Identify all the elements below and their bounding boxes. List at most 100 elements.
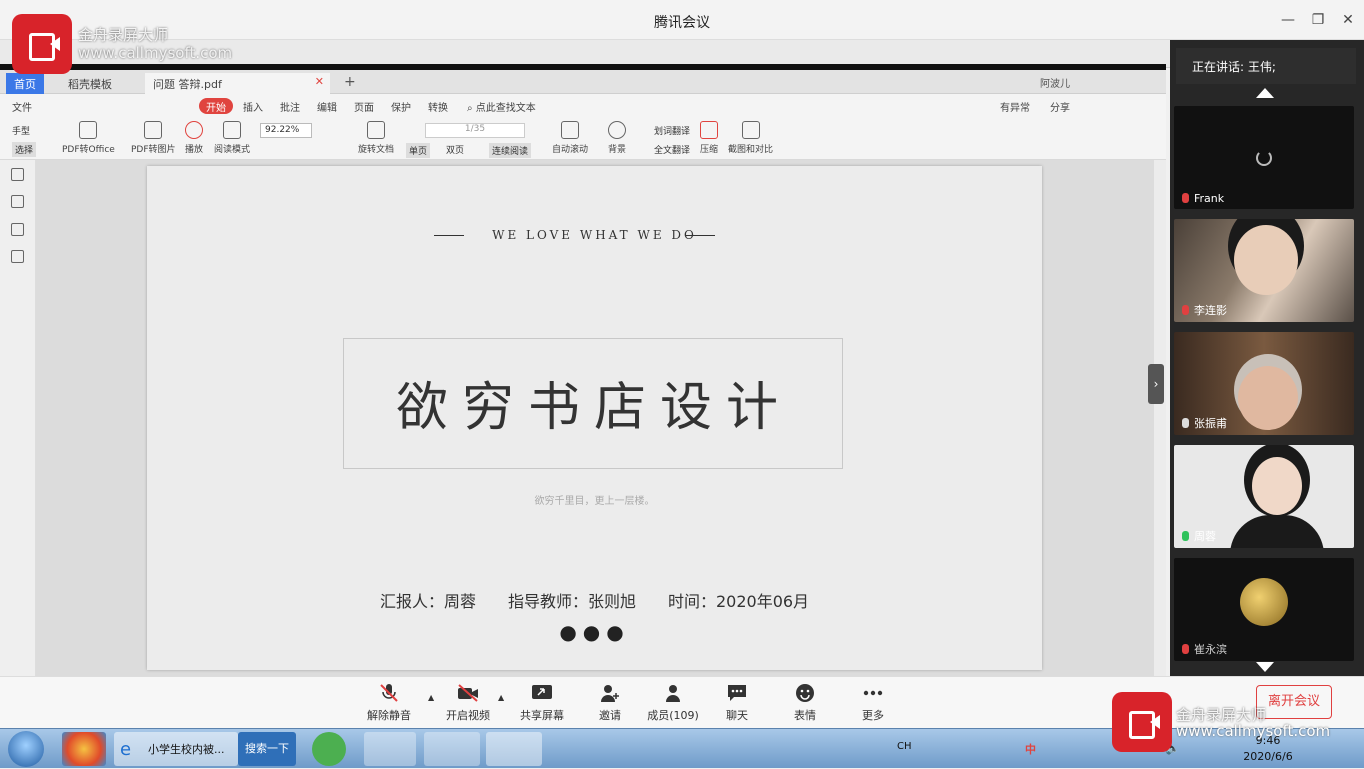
tool-double-page[interactable]: 双页	[446, 143, 464, 156]
video-tile[interactable]: 李连影	[1174, 219, 1354, 322]
rotate-icon	[367, 121, 385, 139]
page-indicator[interactable]: 1/35	[425, 123, 525, 138]
watermark-name: 金舟录屏大师	[78, 26, 169, 44]
tab-home[interactable]: 首页	[6, 73, 44, 94]
start-video-button[interactable]: 开启视频	[436, 683, 500, 723]
participant-name: 李连影	[1182, 302, 1227, 318]
app-icon[interactable]	[62, 732, 106, 766]
annotation-icon[interactable]	[11, 223, 24, 236]
tool-read-mode[interactable]: 阅读模式	[214, 121, 250, 155]
taskbar-search[interactable]: 搜索一下	[238, 732, 296, 766]
video-tile[interactable]: Frank	[1174, 106, 1354, 209]
ime-icon[interactable]: 中	[1025, 741, 1036, 757]
clock-date: 2020/6/6	[1243, 750, 1293, 763]
wps-tab-bar: 首页 稻壳模板 问题 答辩.pdf ✕ + 阿波儿	[0, 70, 1166, 94]
restore-icon[interactable]: ❐	[1308, 10, 1328, 30]
video-tile[interactable]: 张振甫	[1174, 332, 1354, 435]
speaking-indicator: 正在讲话: 王伟;	[1176, 48, 1356, 84]
scroll-down-icon[interactable]	[1256, 662, 1274, 672]
chat-icon	[728, 685, 746, 701]
audio-options-chevron-icon[interactable]: ▲	[428, 693, 434, 702]
menu-page[interactable]: 页面	[354, 99, 374, 114]
zoom-input[interactable]: 92.22%	[260, 123, 312, 138]
language-indicator[interactable]: CH	[897, 741, 912, 752]
tool-pdf-to-image[interactable]: PDF转图片	[131, 121, 176, 155]
menu-protect[interactable]: 保护	[391, 99, 411, 114]
thumbnail-icon[interactable]	[11, 195, 24, 208]
menu-start[interactable]: 开始	[199, 98, 233, 114]
emoji-button[interactable]: 表情	[773, 683, 837, 723]
video-tile[interactable]: 周蓉	[1174, 445, 1354, 548]
tool-rotate[interactable]: 旋转文档	[358, 121, 394, 155]
leave-meeting-button[interactable]: 离开会议	[1256, 685, 1332, 719]
scroll-up-icon[interactable]	[1256, 88, 1274, 98]
control-label: 更多	[862, 709, 884, 722]
chat-button[interactable]: 聊天	[705, 683, 769, 723]
share-screen-icon	[532, 685, 552, 699]
tool-single-page[interactable]: 单页	[406, 143, 431, 158]
menu-share[interactable]: 分享	[1050, 99, 1070, 114]
tab-close-icon[interactable]: ✕	[315, 75, 324, 88]
tab-templates[interactable]: 稻壳模板	[60, 73, 120, 94]
members-button[interactable]: 成员(109)	[641, 683, 705, 723]
participant-face	[1252, 457, 1302, 515]
minimize-icon[interactable]: —	[1278, 10, 1298, 30]
participant-name: 张振甫	[1182, 415, 1227, 431]
invite-button[interactable]: 邀请	[578, 683, 642, 723]
menu-insert[interactable]: 插入	[243, 99, 263, 114]
tool-pdf-to-office[interactable]: PDF转Office	[62, 121, 115, 155]
find-text-label: 点此查找文本	[475, 103, 536, 114]
tool-hand[interactable]: 手型	[12, 124, 30, 137]
mic-muted-icon	[1182, 305, 1189, 315]
tool-play[interactable]: 播放	[185, 121, 203, 155]
tool-select[interactable]: 选择	[12, 142, 37, 157]
menu-comment[interactable]: 批注	[280, 99, 300, 114]
start-button[interactable]	[8, 731, 44, 767]
app-icon[interactable]	[486, 732, 542, 766]
unmute-button[interactable]: 解除静音	[357, 683, 421, 723]
participant-label: 崔永滨	[1194, 643, 1227, 656]
tool-continuous[interactable]: 连续阅读	[489, 143, 532, 158]
tool-label: 截图和对比	[728, 145, 774, 155]
video-tile[interactable]: 崔永滨	[1174, 558, 1354, 661]
outline-icon[interactable]	[11, 168, 24, 181]
new-tab-icon[interactable]: +	[344, 74, 356, 90]
slide-credits: 汇报人：周蓉 指导教师：张则旭 时间：2020年06月	[147, 588, 1042, 612]
tool-compress[interactable]: 压缩	[700, 121, 718, 155]
menu-issue[interactable]: 有异常	[1000, 99, 1030, 114]
attachment-icon[interactable]	[11, 250, 24, 263]
tool-full-translate[interactable]: 全文翻译	[654, 143, 690, 156]
meeting-app-icon[interactable]	[364, 732, 416, 766]
tool-label: PDF转图片	[131, 145, 176, 155]
menu-file[interactable]: 文件	[12, 99, 32, 114]
vertical-scrollbar[interactable]	[1154, 160, 1166, 676]
control-label: 成员(109)	[647, 709, 699, 722]
menu-edit[interactable]: 编辑	[317, 99, 337, 114]
tool-label: 背景	[608, 145, 627, 155]
user-name[interactable]: 阿波儿	[1040, 75, 1070, 90]
app-icon[interactable]	[312, 732, 346, 766]
close-icon[interactable]: ✕	[1338, 10, 1358, 30]
taskbar-ie-item[interactable]: e 小学生校内被...	[114, 732, 238, 766]
tool-word-translate[interactable]: 划词翻译	[654, 124, 690, 137]
share-screen-button[interactable]: 共享屏幕	[510, 683, 574, 723]
wps-menu-bar: 文件 开始 插入 批注 编辑 页面 保护 转换 ⌕ 点此查找文本 有异常 分享	[0, 94, 1166, 118]
tab-document[interactable]: 问题 答辩.pdf ✕	[145, 73, 330, 94]
more-icon	[863, 690, 883, 696]
find-text[interactable]: ⌕ 点此查找文本	[467, 99, 536, 114]
tool-auto-scroll[interactable]: 自动滚动	[552, 121, 588, 155]
watermark-url: www.callmysoft.com	[1176, 722, 1331, 740]
teacher: 指导教师：张则旭	[507, 592, 636, 611]
slide-subtitle: 欲穷千里目，更上一层楼。	[534, 496, 655, 507]
panel-toggle-chevron-icon[interactable]: ›	[1148, 364, 1164, 404]
tool-screenshot-compare[interactable]: 截图和对比	[728, 121, 773, 155]
pdf-page: WE LOVE WHAT WE DO 欲穷书店设计 欲穷千里目，更上一层楼。 汇…	[147, 166, 1042, 670]
video-options-chevron-icon[interactable]: ▲	[498, 693, 504, 702]
excel-icon[interactable]	[424, 732, 480, 766]
tool-label: 旋转文档	[358, 145, 395, 155]
tab-document-label: 问题 答辩.pdf	[153, 78, 222, 91]
control-label: 表情	[794, 709, 816, 722]
menu-convert[interactable]: 转换	[428, 99, 448, 114]
tool-background[interactable]: 背景	[608, 121, 626, 155]
more-button[interactable]: 更多	[841, 683, 905, 723]
